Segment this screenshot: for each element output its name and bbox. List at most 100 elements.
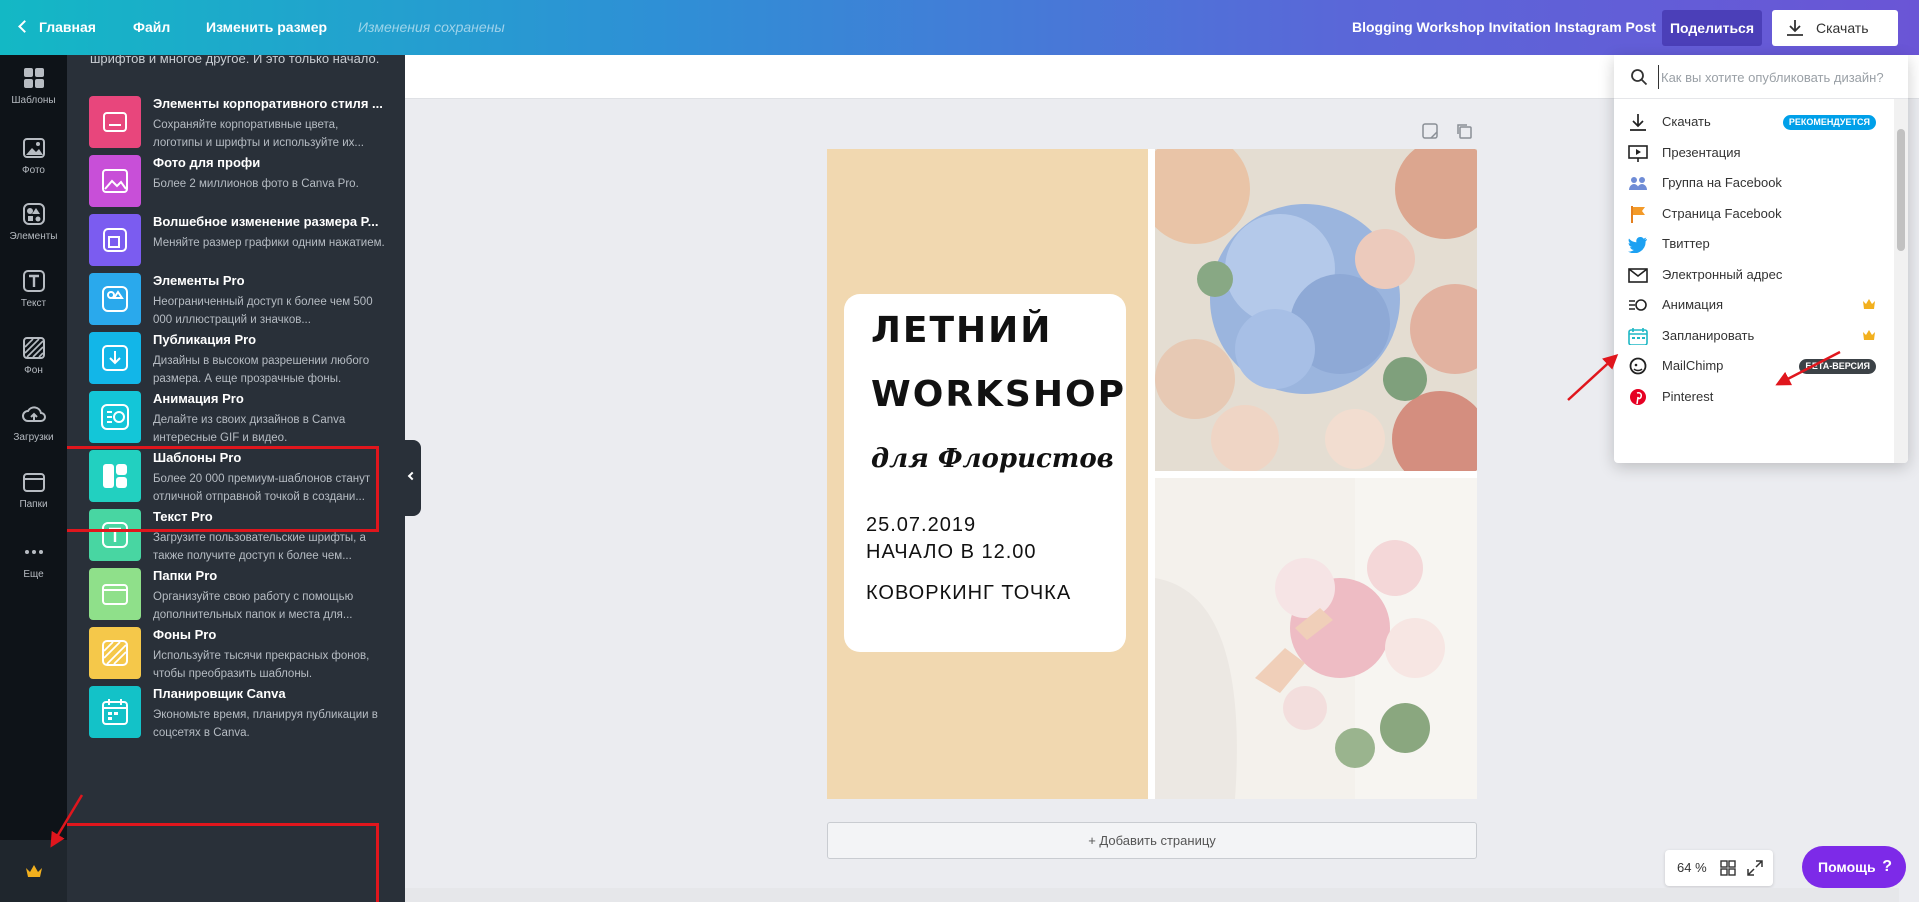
rail-item-background[interactable]: Фон <box>0 335 67 376</box>
rail-item-more[interactable]: Еще <box>0 539 67 580</box>
duplicate-page-icon[interactable] <box>1455 122 1473 140</box>
feature-icon-tile <box>89 627 141 679</box>
rail-item-photos[interactable]: Фото <box>0 135 67 176</box>
download-icon <box>102 345 128 371</box>
facebook-page-icon <box>1631 205 1645 223</box>
pro-crown-icon <box>1863 329 1875 340</box>
design-canvas[interactable]: ЛЕТНИЙ WORKSHOP для Флористов 25.07.2019… <box>827 149 1477 799</box>
share-button[interactable]: Поделиться <box>1662 10 1762 46</box>
publish-option-label: Твиттер <box>1662 236 1710 251</box>
download-icon <box>1630 114 1646 131</box>
grid-view-icon[interactable] <box>1720 860 1736 876</box>
calendar-icon <box>1628 327 1648 345</box>
publish-search-input[interactable] <box>1658 65 1898 89</box>
twitter-icon <box>1628 236 1647 253</box>
feature-description: Дизайны в высоком разрешении любого разм… <box>153 355 370 385</box>
arrow-to-animation <box>1567 353 1619 401</box>
document-title[interactable]: Blogging Workshop Invitation Instagram P… <box>1352 0 1656 55</box>
search-icon <box>1631 69 1648 86</box>
rail-label: Элементы <box>9 231 58 242</box>
design-title-line1[interactable]: ЛЕТНИЙ <box>871 310 1052 351</box>
rail-label: Фото <box>22 165 45 176</box>
feature-item[interactable]: Анимация Pro Делайте из своих дизайнов в … <box>89 387 389 453</box>
animation-icon <box>1629 299 1647 311</box>
design-text-card: ЛЕТНИЙ WORKSHOP для Флористов 25.07.2019… <box>844 294 1126 652</box>
text-icon <box>22 270 45 292</box>
publish-option-label: Pinterest <box>1662 388 1714 404</box>
help-label: Помощь <box>1818 859 1876 875</box>
feature-item[interactable]: Фото для профи Более 2 миллионов фото в C… <box>89 151 389 217</box>
rail-label: Шаблоны <box>11 95 56 106</box>
design-left-panel: ЛЕТНИЙ WORKSHOP для Флористов 25.07.2019… <box>827 149 1148 799</box>
notes-icon[interactable] <box>1421 122 1439 140</box>
more-options-button[interactable] <box>1903 10 1919 46</box>
feature-icon-tile <box>89 155 141 207</box>
feature-icon-tile <box>89 391 141 443</box>
panel-intro-text: шрифтов и многое другое. И это только на… <box>90 55 380 66</box>
design-time[interactable]: НАЧАЛО В 12.00 <box>866 541 1037 564</box>
publish-option-label: Анимация <box>1662 297 1724 312</box>
feature-title: Фото для профи <box>153 155 261 170</box>
design-title-line2[interactable]: WORKSHOP <box>871 374 1126 415</box>
dropdown-scrollbar[interactable] <box>1894 99 1908 463</box>
crown-icon <box>26 865 42 877</box>
feature-description: Делайте из своих дизайнов в Canva интере… <box>153 414 346 444</box>
feature-item[interactable]: Планировщик Canva Экономьте время, планир… <box>89 682 389 748</box>
file-menu[interactable]: Файл <box>133 0 170 55</box>
collapse-panel-button[interactable] <box>405 440 421 516</box>
download-button[interactable]: Скачать <box>1772 10 1898 46</box>
design-subtitle[interactable]: для Флористов <box>871 444 1114 474</box>
design-photo-bouquet[interactable] <box>1155 149 1477 471</box>
design-photo-florist[interactable] <box>1155 478 1477 799</box>
design-date[interactable]: 25.07.2019 <box>866 514 976 537</box>
rail-item-text[interactable]: Текст <box>0 268 67 309</box>
feature-item[interactable]: Волшебное изменение размера P... Меняйте … <box>89 210 389 276</box>
publish-option-label: Страница Facebook <box>1662 205 1782 221</box>
rail-item-uploads[interactable]: Загрузки <box>0 402 67 443</box>
rail-label: Папки <box>19 499 48 510</box>
rail-item-templates[interactable]: Шаблоны <box>0 65 67 106</box>
highlight-box-animation <box>67 446 379 532</box>
feature-item[interactable]: Публикация Pro Дизайны в высоком разрешен… <box>89 328 389 394</box>
option-badge: БЕТА-ВЕРСИЯ <box>1799 359 1876 374</box>
chevron-left-icon <box>407 471 417 481</box>
upload-icon <box>21 406 46 422</box>
feature-item[interactable]: Элементы корпоративного стиля ... Сохраня… <box>89 92 389 158</box>
feature-item[interactable]: Элементы Pro Неограниченный доступ к боле… <box>89 269 389 335</box>
publish-option-label: Электронный адрес <box>1662 266 1783 282</box>
scrollbar-thumb[interactable] <box>1897 129 1905 251</box>
feature-description: Организуйте свою работу с помощью дополн… <box>153 591 354 621</box>
pro-features-panel: шрифтов и многое другое. И это только на… <box>67 55 405 902</box>
feature-title: Публикация Pro <box>153 332 257 347</box>
design-place[interactable]: КОВОРКИНГ ТОЧКА <box>866 582 1071 605</box>
rail-item-elements[interactable]: Элементы <box>0 201 67 242</box>
rail-label: Фон <box>24 365 43 376</box>
publish-option[interactable]: Pinterest <box>1614 379 1894 416</box>
zoom-level[interactable]: 64 % <box>1677 860 1707 875</box>
publish-option-label: Презентация <box>1662 144 1741 160</box>
background-icon <box>102 640 128 666</box>
fullscreen-icon[interactable] <box>1747 860 1763 876</box>
horizontal-scrollbar[interactable] <box>405 888 1899 902</box>
magic-resize-icon <box>103 228 127 252</box>
rail-item-folders[interactable]: Папки <box>0 469 67 510</box>
add-page-button[interactable]: + Добавить страницу <box>827 822 1477 859</box>
feature-item[interactable]: Фоны Pro Используйте тысячи прекрасных фо… <box>89 623 389 689</box>
calendar-icon <box>102 699 128 725</box>
publish-option-label: Группа на Facebook <box>1662 175 1782 190</box>
top-bar: Главная Файл Изменить размер Изменения с… <box>0 0 1919 55</box>
feature-title: Элементы Pro <box>153 273 245 288</box>
feature-item[interactable]: Папки Pro Организуйте свою работу с помощ… <box>89 564 389 630</box>
feature-icon-tile <box>89 568 141 620</box>
option-badge: РЕКОМЕНДУЕТСЯ <box>1782 115 1876 130</box>
feature-title: Фоны Pro <box>153 627 217 642</box>
pro-crown-icon <box>1863 299 1875 309</box>
mailchimp-icon <box>1629 357 1647 375</box>
resize-button[interactable]: Изменить размер <box>206 0 327 55</box>
save-status: Изменения сохранены <box>358 19 505 35</box>
home-button[interactable]: Главная <box>18 0 96 55</box>
pro-crown-button[interactable] <box>0 840 67 902</box>
help-button[interactable]: Помощь? <box>1802 846 1906 888</box>
rail-label: Загрузки <box>13 432 54 443</box>
feature-icon-tile <box>89 96 141 148</box>
